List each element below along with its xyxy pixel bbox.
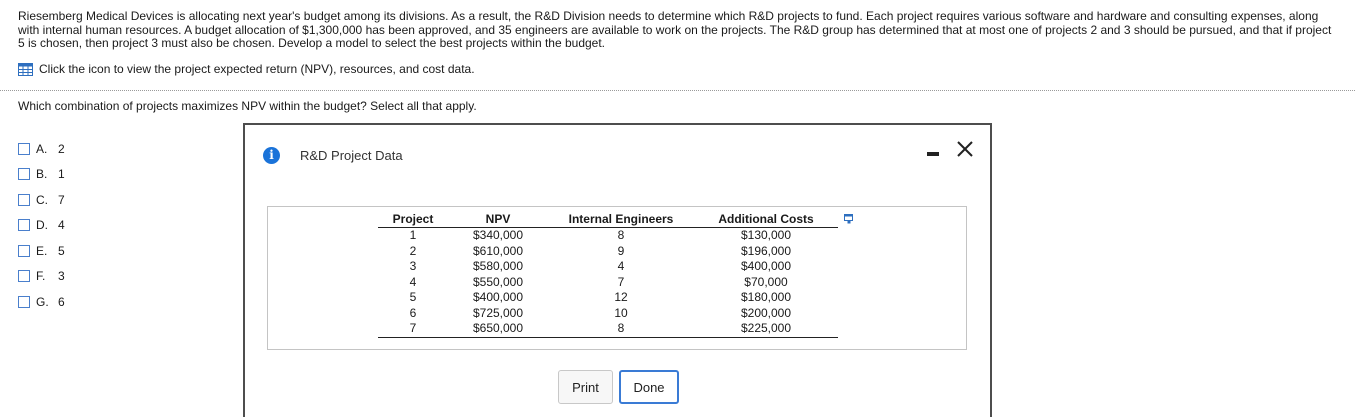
column-header: Project [378,212,448,228]
checkbox[interactable] [18,270,30,283]
table-cell: $650,000 [448,321,548,338]
checkbox[interactable] [18,295,30,308]
info-icon: i [263,147,280,164]
choice-letter: C. [36,192,48,207]
done-button[interactable]: Done [619,370,679,404]
choice-c[interactable]: C. 7 [18,187,65,213]
choice-g[interactable]: G. 6 [18,289,65,315]
table-cell: $180,000 [740,290,792,304]
checkbox[interactable] [18,193,30,206]
table-row: 7 $650,000 8 $225,000 [378,321,838,338]
column-header: Additional Costs [694,212,838,228]
project-data-dialog: i R&D Project Data Project NPV Internal … [243,123,992,417]
checkbox[interactable] [18,219,30,232]
copy-icon[interactable] [844,214,855,224]
table-header-row: Project NPV Internal Engineers Additiona… [378,212,838,228]
data-panel: Project NPV Internal Engineers Additiona… [267,206,967,350]
table-cell: 12 [614,290,628,304]
table-cell: 8 [617,228,625,242]
table-cell: 10 [614,305,628,320]
choice-value: 5 [58,243,65,258]
table-cell: 9 [617,243,625,258]
table-cell: 1 [409,228,417,242]
table-row: 2 $610,000 9 $196,000 [378,244,838,260]
table-cell: 7 [378,321,448,338]
table-cell: 8 [548,321,694,338]
column-header: NPV [448,212,548,228]
choice-letter: D. [36,218,48,233]
table-cell: 6 [409,305,417,320]
divider [0,90,1355,91]
choice-f[interactable]: F. 3 [18,264,65,290]
table-row: 6 $725,000 10 $200,000 [378,306,838,322]
close-icon[interactable] [955,139,975,159]
dialog-title: R&D Project Data [300,148,403,163]
table-cell: 5 [409,290,417,304]
question-text: Which combination of projects maximizes … [18,99,477,113]
table-cell: $130,000 [740,228,792,242]
minimize-icon[interactable] [927,152,939,156]
answer-choices: A. 2 B. 1 C. 7 D. 4 E. 5 F. 3 G. 6 [18,136,65,315]
checkbox[interactable] [18,244,30,257]
data-link-row[interactable]: Click the icon to view the project expec… [18,62,475,76]
table-cell: $610,000 [472,243,524,258]
choice-letter: G. [36,294,49,309]
problem-statement: Riesemberg Medical Devices is allocating… [18,9,1338,51]
choice-value: 3 [58,269,65,284]
table-cell: 4 [409,274,417,289]
choice-b[interactable]: B. 1 [18,162,65,188]
table-cell: $550,000 [472,274,524,289]
choice-value: 6 [58,294,65,309]
table-cell: $400,000 [740,259,792,273]
table-cell: $580,000 [472,259,524,273]
table-cell: $225,000 [694,321,838,338]
choice-e[interactable]: E. 5 [18,238,65,264]
table-cell: $70,000 [744,274,788,289]
table-cell: 4 [617,259,625,273]
problem-text: Riesemberg Medical Devices is allocating… [18,9,1332,50]
choice-letter: A. [36,141,48,156]
table-row: 1 $340,000 8 $130,000 [378,228,838,244]
choice-value: 2 [58,141,65,156]
choice-value: 4 [58,218,65,233]
table-cell: $200,000 [740,305,792,320]
column-header: Internal Engineers [548,212,694,228]
grid-icon[interactable] [18,62,33,76]
print-button[interactable]: Print [558,370,613,404]
project-table: Project NPV Internal Engineers Additiona… [378,212,838,338]
table-row: 4 $550,000 7 $70,000 [378,275,838,291]
table-row: 3 $580,000 4 $400,000 [378,259,838,275]
table-cell: $340,000 [472,228,524,242]
table-cell: 3 [409,259,417,273]
table-cell: $196,000 [740,243,792,258]
table-cell: $725,000 [472,305,524,320]
choice-value: 7 [58,192,65,207]
table-cell: 2 [409,243,417,258]
table-cell: $400,000 [472,290,524,304]
choice-letter: F. [36,269,46,284]
choice-d[interactable]: D. 4 [18,213,65,239]
choice-letter: E. [36,243,48,258]
checkbox[interactable] [18,142,30,155]
table-row: 5 $400,000 12 $180,000 [378,290,838,306]
data-link-text: Click the icon to view the project expec… [39,62,475,76]
dialog-header: i R&D Project Data [245,125,990,183]
choice-value: 1 [58,167,65,182]
choice-letter: B. [36,167,48,182]
table-cell: 7 [617,274,625,289]
checkbox[interactable] [18,168,30,181]
choice-a[interactable]: A. 2 [18,136,65,162]
